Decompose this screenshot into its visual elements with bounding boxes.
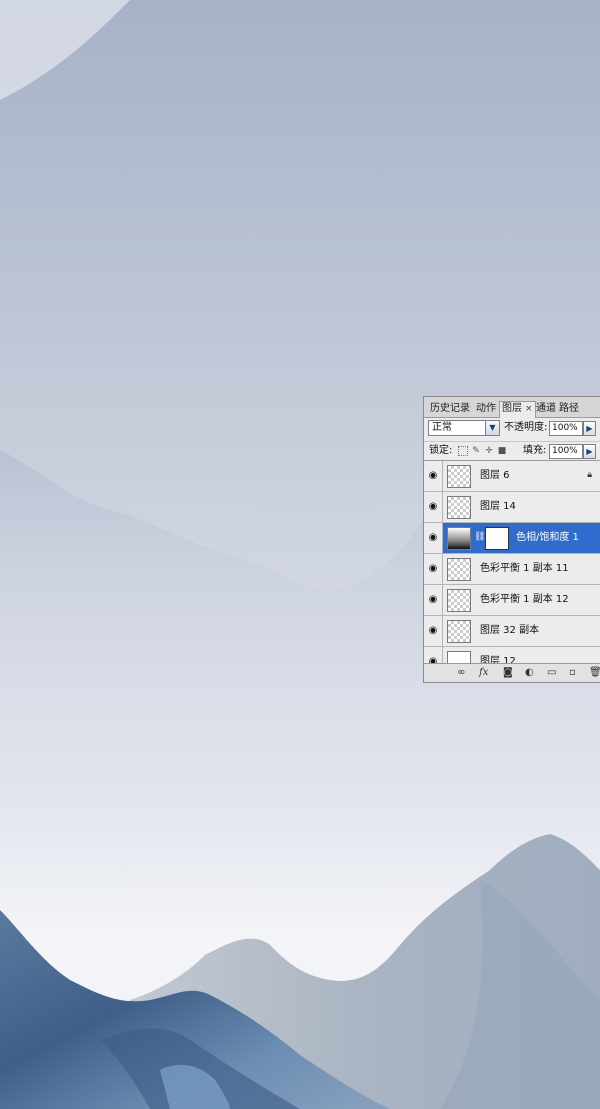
eye-icon[interactable]: ◉: [424, 585, 443, 615]
opacity-arrow-icon[interactable]: ▶: [583, 421, 596, 436]
layer-name: 图层 6: [480, 470, 510, 481]
blend-mode-value: 正常: [432, 422, 452, 433]
chevron-down-icon[interactable]: ▼: [485, 421, 499, 435]
layer-row[interactable]: ◉ 色彩平衡 1 副本 12: [424, 585, 600, 616]
lock-transparency-icon[interactable]: [458, 446, 468, 456]
layer-thumbnail: [447, 620, 471, 643]
fill-arrow-icon[interactable]: ▶: [583, 444, 596, 459]
opacity-label: 不透明度:: [504, 422, 548, 433]
tab-paths[interactable]: 路径: [557, 402, 581, 417]
layer-name: 图层 14: [480, 501, 516, 512]
adjustment-thumbnail: [447, 527, 471, 550]
eye-icon[interactable]: ◉: [424, 461, 443, 491]
adjustment-layer-icon[interactable]: ◐: [525, 666, 534, 679]
fill-label: 填充:: [523, 445, 547, 456]
lock-move-icon[interactable]: ✛: [484, 446, 494, 456]
layer-list: ◉ 图层 6 🔒︎ ◉ 图层 14 ◉ ⛓ 色相/饱和度 1 ◉ 色彩平衡 1 …: [424, 460, 600, 665]
new-layer-icon[interactable]: ▫: [569, 666, 576, 679]
opacity-input[interactable]: 100%: [549, 421, 583, 436]
layer-thumbnail: [447, 465, 471, 488]
lock-brush-icon[interactable]: ✎: [471, 446, 481, 456]
blend-mode-select[interactable]: 正常 ▼: [428, 420, 500, 436]
eye-icon[interactable]: ◉: [424, 523, 443, 553]
tab-layers[interactable]: 图层 ×: [499, 401, 536, 418]
layer-thumbnail: [447, 589, 471, 612]
layer-toolbar: ∞ fx ◙ ◐ ▭ ▫ 🗑︎: [424, 663, 600, 682]
layer-row[interactable]: ◉ 图层 6 🔒︎: [424, 461, 600, 492]
add-mask-icon[interactable]: ◙: [503, 666, 513, 679]
close-icon[interactable]: ×: [525, 404, 533, 414]
layer-thumbnail: [447, 558, 471, 581]
layers-panel: 历史记录 动作 图层 × 通道 路径 正常 ▼ 不透明度: 100% ▶ 锁定: …: [423, 396, 600, 683]
tab-actions[interactable]: 动作: [474, 402, 498, 417]
layer-style-icon[interactable]: fx: [479, 666, 488, 679]
layer-row[interactable]: ◉ 色彩平衡 1 副本 11: [424, 554, 600, 585]
lock-label: 锁定:: [429, 445, 453, 456]
lock-fill-row: 锁定: ✎ ✛ ■ 填充: 100% ▶: [424, 441, 600, 462]
tab-history[interactable]: 历史记录: [428, 402, 472, 417]
layer-name: 色相/饱和度 1: [516, 532, 579, 543]
tab-layers-label: 图层: [502, 403, 522, 414]
link-layers-icon[interactable]: ∞: [457, 666, 465, 679]
new-group-icon[interactable]: ▭: [547, 666, 556, 679]
fill-input[interactable]: 100%: [549, 444, 583, 459]
chain-icon[interactable]: ⛓: [474, 532, 485, 542]
eye-icon[interactable]: ◉: [424, 554, 443, 584]
layer-name: 色彩平衡 1 副本 12: [480, 594, 569, 605]
layer-name: 图层 32 副本: [480, 625, 540, 636]
lock-icon: 🔒︎: [587, 470, 592, 480]
eye-icon[interactable]: ◉: [424, 492, 443, 522]
layer-name: 色彩平衡 1 副本 11: [480, 563, 569, 574]
layer-row[interactable]: ◉ 图层 14: [424, 492, 600, 523]
layer-thumbnail: [447, 496, 471, 519]
layer-row-selected[interactable]: ◉ ⛓ 色相/饱和度 1: [424, 523, 600, 554]
blend-opacity-row: 正常 ▼ 不透明度: 100% ▶: [424, 419, 600, 439]
layer-row[interactable]: ◉ 图层 32 副本: [424, 616, 600, 647]
panel-tab-bar: 历史记录 动作 图层 × 通道 路径: [424, 397, 600, 418]
eye-icon[interactable]: ◉: [424, 616, 443, 646]
trash-icon[interactable]: 🗑︎: [589, 666, 600, 679]
mask-thumbnail[interactable]: [485, 527, 509, 550]
tab-channels[interactable]: 通道: [534, 402, 558, 417]
lock-icon[interactable]: ■: [497, 446, 507, 456]
